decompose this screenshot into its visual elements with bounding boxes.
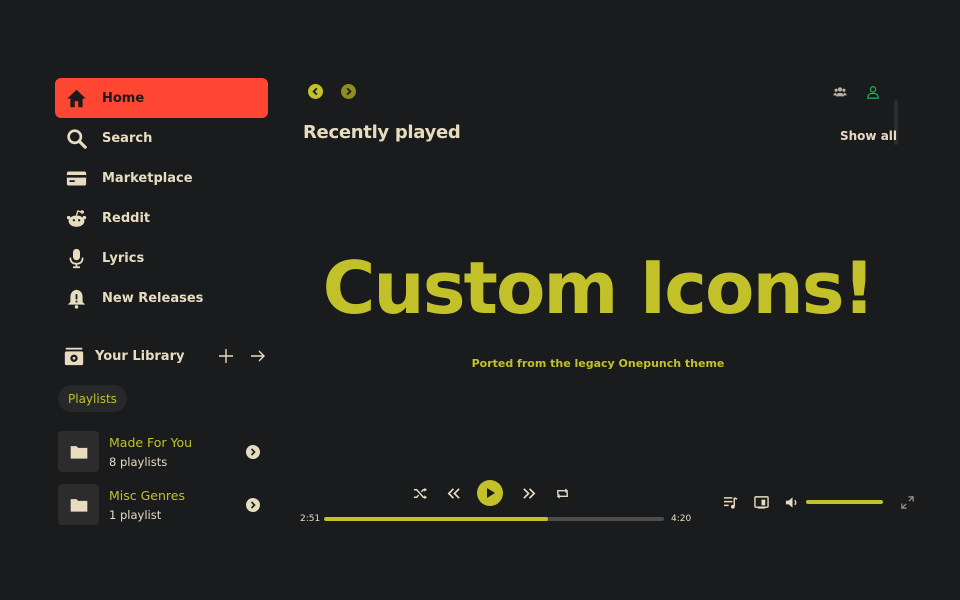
profile-button[interactable]	[865, 84, 881, 100]
list-item[interactable]: Made For You 8 playlists	[58, 431, 268, 472]
expand-library-button[interactable]	[248, 346, 268, 366]
sidebar-item-marketplace[interactable]: Marketplace	[55, 158, 268, 198]
list-item-title: Misc Genres	[109, 487, 185, 503]
sidebar-item-label: Home	[102, 90, 145, 106]
sidebar-item-home[interactable]: Home	[55, 78, 268, 118]
add-playlist-button[interactable]	[216, 346, 236, 366]
library-header: Your Library	[63, 344, 268, 368]
filter-chip-playlists[interactable]: Playlists	[58, 385, 127, 412]
list-item-subtitle: 1 playlist	[109, 507, 162, 522]
library-icon[interactable]	[63, 345, 85, 367]
queue-icon	[723, 496, 737, 509]
forward-button[interactable]	[341, 84, 356, 99]
chevron-left-icon	[312, 87, 318, 96]
fullscreen-button[interactable]	[899, 494, 915, 510]
play-icon	[487, 488, 495, 498]
next-button[interactable]	[520, 484, 538, 502]
show-all-link[interactable]: Show all	[840, 129, 897, 143]
sidebar-item-lyrics[interactable]: Lyrics	[55, 238, 268, 278]
sidebar-item-label: Lyrics	[102, 250, 145, 266]
chevron-right-icon	[250, 447, 256, 456]
repeat-button[interactable]	[553, 484, 571, 502]
total-duration: 4:20	[671, 514, 692, 524]
card-icon	[65, 167, 87, 189]
folder-icon	[70, 498, 87, 512]
list-item-title: Made For You	[109, 434, 193, 450]
shuffle-button[interactable]	[411, 484, 429, 502]
skip-back-icon	[447, 487, 460, 499]
skip-forward-icon	[522, 487, 535, 499]
volume-fill	[806, 500, 883, 504]
history-navigation	[308, 84, 374, 99]
sidebar-item-label: New Releases	[102, 290, 204, 306]
sidebar-item-label: Reddit	[102, 210, 151, 226]
list-item[interactable]: Misc Genres 1 playlist	[58, 484, 268, 525]
folder-thumbnail	[58, 484, 99, 525]
elapsed-time: 2:51	[300, 514, 321, 524]
expand-icon	[900, 495, 914, 509]
microphone-icon	[65, 247, 87, 269]
queue-button[interactable]	[722, 494, 738, 510]
friend-activity-button[interactable]	[832, 84, 848, 100]
section-title[interactable]: Recently played	[303, 122, 461, 143]
sidebar-item-label: Marketplace	[102, 170, 193, 186]
home-icon	[65, 87, 87, 109]
play-button[interactable]	[477, 480, 503, 506]
volume-icon	[785, 496, 796, 508]
chevron-right-icon	[346, 87, 352, 96]
sidebar-nav: Home Search Marketplace Reddit Lyrics Ne…	[55, 78, 268, 318]
plus-icon	[219, 349, 233, 363]
previous-button[interactable]	[444, 484, 462, 502]
friends-icon	[833, 87, 847, 97]
sidebar-item-new-releases[interactable]: New Releases	[55, 278, 268, 318]
repeat-icon	[556, 487, 568, 499]
connect-device-button[interactable]	[753, 494, 769, 510]
mute-button[interactable]	[784, 494, 800, 510]
bell-icon	[65, 287, 87, 309]
volume-slider[interactable]	[806, 500, 883, 504]
arrow-right-icon	[251, 350, 265, 362]
user-icon	[867, 86, 879, 99]
sidebar-item-reddit[interactable]: Reddit	[55, 198, 268, 238]
back-button[interactable]	[308, 84, 323, 99]
folder-icon	[70, 445, 87, 459]
reddit-icon	[65, 207, 87, 229]
progress-fill	[324, 517, 549, 521]
hero-title: Custom Icons!	[322, 246, 876, 330]
sidebar-item-label: Search	[102, 130, 153, 146]
open-folder-button[interactable]	[246, 444, 260, 459]
chevron-right-icon	[250, 500, 256, 509]
progress-bar[interactable]	[324, 517, 664, 521]
hero-subtitle: Ported from the legacy Onepunch theme	[471, 357, 725, 370]
list-item-subtitle: 8 playlists	[109, 454, 168, 469]
folder-thumbnail	[58, 431, 99, 472]
devices-icon	[753, 495, 769, 509]
shuffle-icon	[413, 487, 427, 499]
library-title[interactable]: Your Library	[95, 349, 204, 364]
player-controls	[411, 480, 586, 506]
sidebar-item-search[interactable]: Search	[55, 118, 268, 158]
search-icon	[65, 127, 87, 149]
open-folder-button[interactable]	[246, 497, 260, 512]
